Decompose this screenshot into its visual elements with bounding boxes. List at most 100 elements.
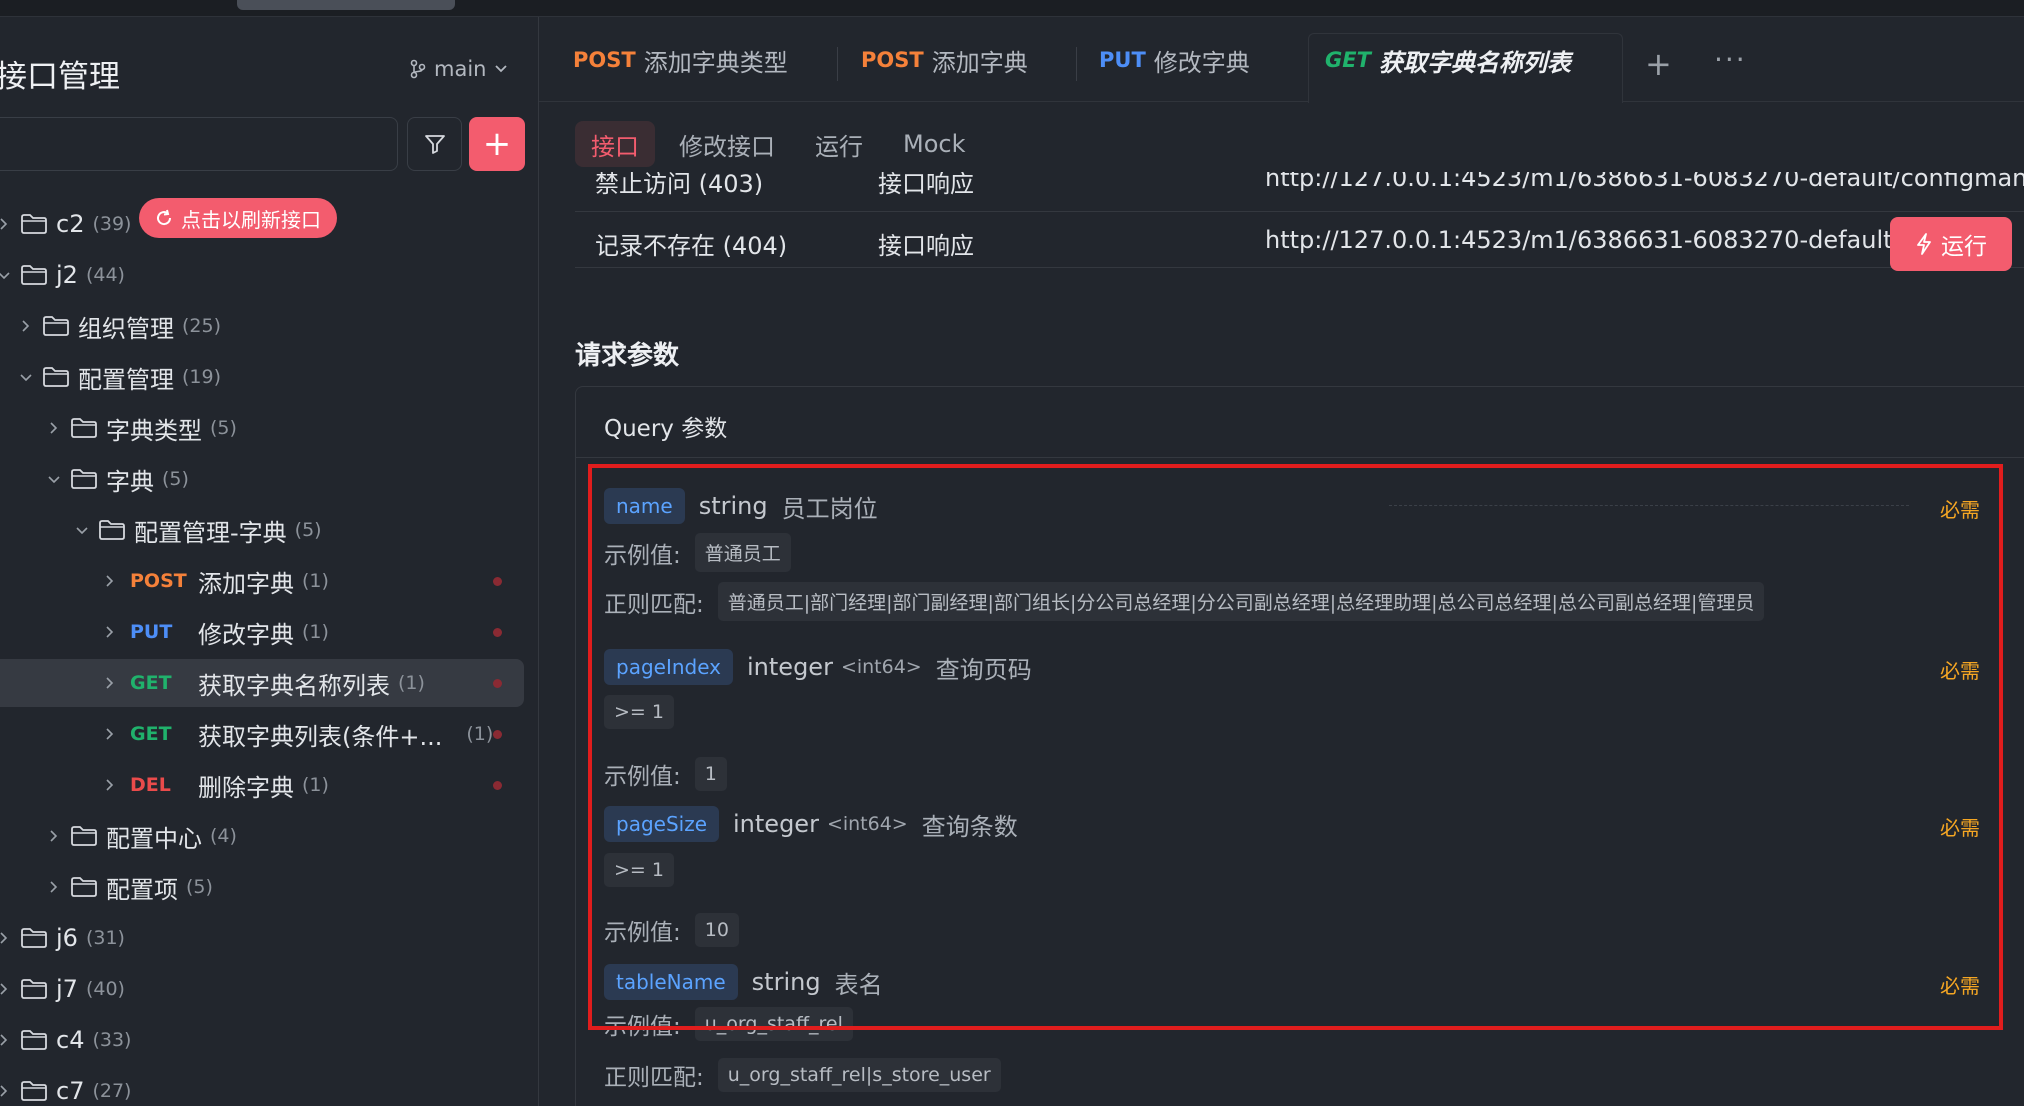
chevron-right-icon[interactable] [102, 572, 118, 591]
tree-item-count: (27) [92, 1080, 132, 1102]
tree-api-item[interactable]: POST 添加字典 (1) [0, 557, 524, 605]
tree-item-label: j7 [56, 975, 78, 1003]
tree-api-item[interactable]: GET 获取字典列表(条件+... (1) [0, 710, 524, 758]
search-input[interactable] [0, 117, 398, 171]
query-params-title: Query 参数 [604, 416, 728, 442]
tree-folder-item[interactable]: c4 (33) [0, 1016, 524, 1064]
add-button[interactable]: + [469, 117, 525, 171]
param-desc: 查询条数 [921, 812, 1018, 841]
branch-selector[interactable]: main [410, 57, 508, 81]
chevron-right-icon[interactable] [0, 980, 12, 999]
status-dot [493, 780, 502, 790]
required-badge: 必需 [1940, 974, 1980, 998]
tree-item-count: (44) [85, 264, 125, 286]
response-url[interactable]: http://127.0.0.1:4523/m1/6386631-6083270… [1265, 172, 2024, 192]
tab-edit-dict[interactable]: PUT 修改字典 [1099, 34, 1250, 86]
tree-item-count: (5) [210, 417, 237, 439]
branch-name: main [434, 57, 487, 81]
tab-label: 添加字典类型 [643, 48, 788, 77]
window-drag-handle[interactable] [237, 0, 455, 10]
table-row[interactable]: 禁止访问 (403) 接口响应 http://127.0.0.1:4523/m1… [575, 172, 2024, 212]
tab-get-dict-names[interactable]: GET 获取字典名称列表 [1325, 34, 1571, 86]
chevron-right-icon[interactable] [46, 419, 62, 438]
chevron-right-icon[interactable] [102, 623, 118, 642]
example-value: 10 [694, 913, 739, 947]
table-row[interactable]: 记录不存在 (404) 接口响应 http://127.0.0.1:4523/m… [575, 212, 2024, 268]
more-tabs-button[interactable]: ··· [1714, 43, 1747, 76]
refresh-icon [157, 209, 172, 226]
tree-item-label: 配置管理 [78, 365, 174, 394]
filter-button[interactable] [407, 117, 462, 171]
folder-icon [20, 1080, 48, 1102]
tab-add-dict[interactable]: POST 添加字典 [861, 34, 1028, 86]
tree-folder-item[interactable]: 配置管理 (19) [0, 353, 524, 401]
chevron-down-icon [495, 65, 508, 73]
tree-folder-item[interactable]: j6 (31) [0, 914, 524, 962]
example-label: 示例值: [604, 1014, 681, 1040]
chevron-down-icon[interactable] [46, 470, 62, 489]
tab-bar: POST 添加字典类型 POST 添加字典 PUT 修改字典 GET 获取字典名… [539, 17, 2024, 103]
chevron-right-icon[interactable] [102, 776, 118, 795]
tree-folder-item[interactable]: 配置管理-字典 (5) [0, 506, 524, 554]
tree-folder-item[interactable]: c7 (27) [0, 1067, 524, 1106]
new-tab-button[interactable]: + [1645, 45, 1672, 83]
example-label: 示例值: [604, 764, 681, 790]
tree-api-item[interactable]: GET 获取字典名称列表 (1) [0, 659, 524, 707]
tab-method: GET [1325, 48, 1371, 72]
tree-item-label: c7 [56, 1077, 85, 1105]
example-value: 1 [694, 757, 727, 791]
chevron-right-icon[interactable] [18, 317, 34, 336]
folder-icon [70, 468, 98, 490]
subtab-mock[interactable]: Mock [887, 121, 981, 167]
chevron-right-icon[interactable] [102, 674, 118, 693]
tree-api-item[interactable]: DEL 删除字典 (1) [0, 761, 524, 809]
pattern-label: 正则匹配: [604, 591, 704, 618]
subtab-run[interactable]: 运行 [799, 121, 879, 167]
tree-api-item[interactable]: PUT 修改字典 (1) [0, 608, 524, 656]
subtab-edit-interface[interactable]: 修改接口 [663, 121, 791, 167]
tree-item-count: (1) [466, 723, 494, 745]
tree-folder-item[interactable]: 字典类型 (5) [0, 404, 524, 452]
chevron-down-icon[interactable] [74, 521, 90, 540]
chevron-right-icon[interactable] [0, 1082, 12, 1101]
param-name[interactable]: tableName [604, 964, 738, 1000]
constraint-value: >= 1 [604, 695, 674, 729]
run-button[interactable]: 运行 [1890, 217, 2012, 271]
tree-folder-item[interactable]: 配置项 (5) [0, 863, 524, 911]
tree-folder-item[interactable]: 组织管理 (25) [0, 302, 524, 350]
window-top-strip [0, 0, 2024, 17]
tree-item-count: (1) [302, 570, 329, 592]
param-name[interactable]: name [604, 488, 685, 524]
chevron-down-icon[interactable] [0, 266, 12, 285]
tab-label: 获取字典名称列表 [1378, 48, 1571, 77]
response-kind: 接口响应 [878, 172, 974, 198]
tree-folder-item[interactable]: 配置中心 (4) [0, 812, 524, 860]
required-badge: 必需 [1940, 498, 1980, 522]
tree-folder-item[interactable]: 字典 (5) [0, 455, 524, 503]
tree-folder-item[interactable]: j7 (40) [0, 965, 524, 1013]
folder-icon [20, 264, 48, 286]
param-name[interactable]: pageIndex [604, 649, 734, 685]
refresh-interfaces-button[interactable]: 点击以刷新接口 [139, 198, 337, 238]
example-label: 示例值: [604, 920, 681, 946]
tab-method: POST [573, 48, 636, 72]
chevron-down-icon[interactable] [18, 368, 34, 387]
response-name: 禁止访问 (403) [595, 172, 764, 198]
chevron-right-icon[interactable] [46, 878, 62, 897]
param-name[interactable]: pageSize [604, 806, 720, 842]
tree-item-label: j6 [56, 924, 78, 952]
method-badge: GET [130, 723, 172, 745]
tab-add-dict-type[interactable]: POST 添加字典类型 [573, 34, 788, 86]
chevron-right-icon[interactable] [46, 827, 62, 846]
response-url[interactable]: http://127.0.0.1:4523/m1/6386631-6083270… [1265, 226, 1974, 254]
tab-label: 修改字典 [1153, 48, 1250, 77]
param-example-line: 示例值: 普通员工 [604, 533, 791, 572]
subtab-interface[interactable]: 接口 [575, 121, 655, 167]
chevron-right-icon[interactable] [0, 1031, 12, 1050]
tree-folder-item[interactable]: j2 (44) [0, 251, 524, 299]
status-dot [493, 627, 502, 637]
chevron-right-icon[interactable] [102, 725, 118, 744]
tree-item-count: (19) [182, 366, 222, 388]
chevron-right-icon[interactable] [0, 929, 12, 948]
chevron-right-icon[interactable] [0, 215, 12, 234]
